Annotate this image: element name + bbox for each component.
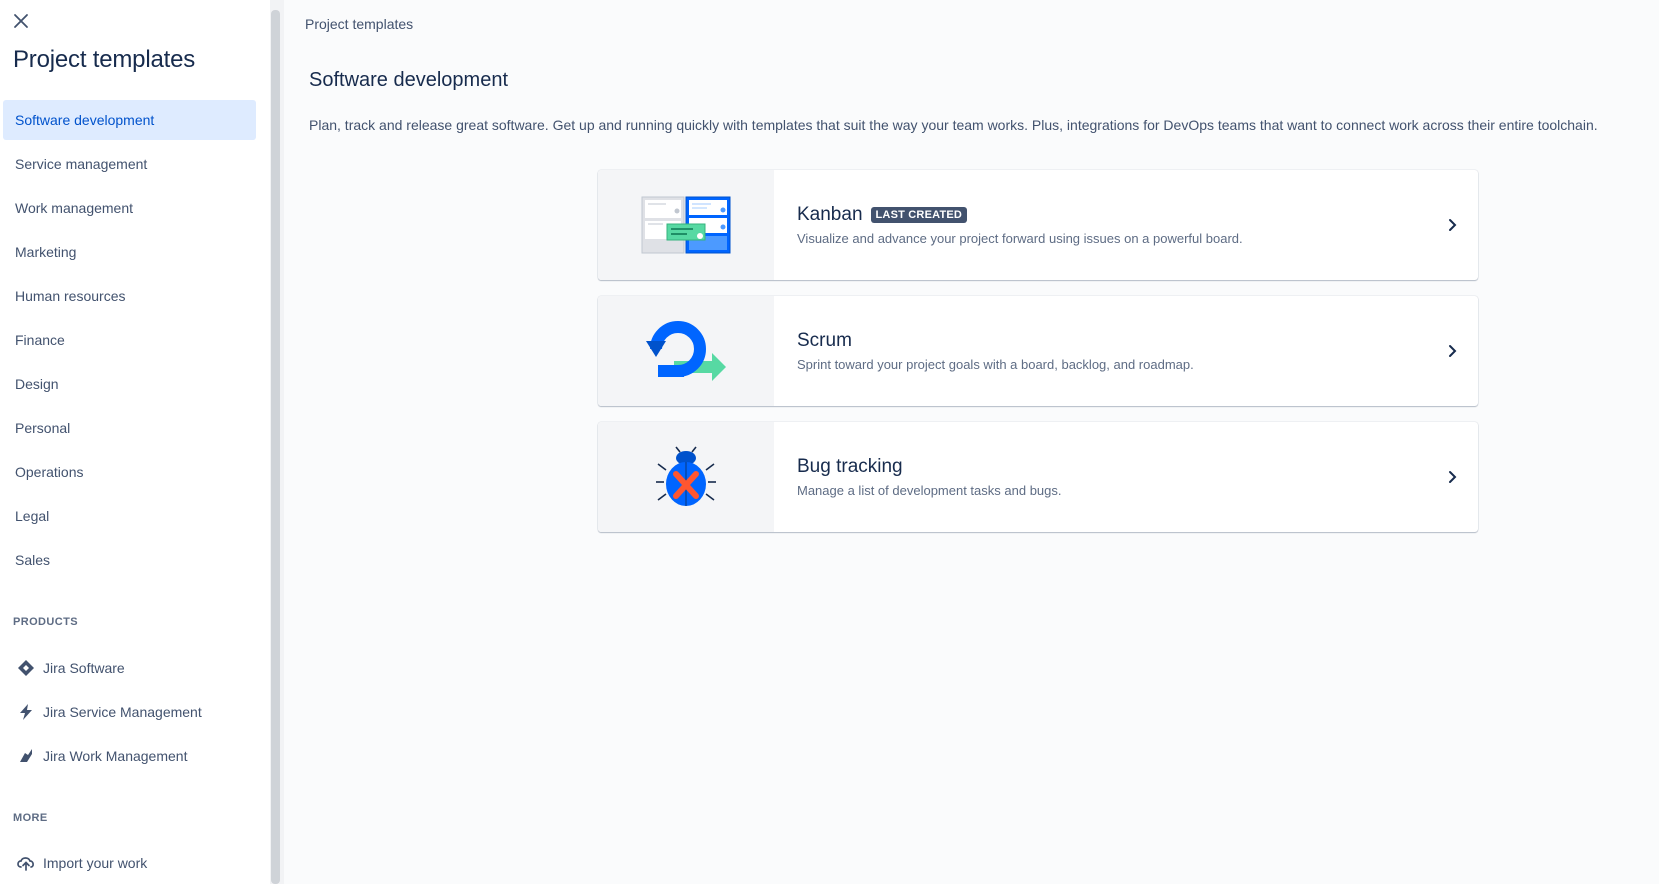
template-description: Visualize and advance your project forwa… [797,231,1243,246]
scrum-cycle-illustration [598,296,774,406]
card-name-row: Scrum [797,330,1428,352]
more-heading: MORE [13,812,48,824]
sidebar-item-operations[interactable]: Operations [3,452,256,492]
sidebar-item-sales[interactable]: Sales [3,540,256,580]
card-body: Bug tracking Manage a list of developmen… [774,422,1428,532]
card-name-row: Bug tracking [797,456,1428,478]
page-title: Software development [309,69,509,91]
product-jira-work-management[interactable]: Jira Work Management [15,738,255,774]
jira-service-management-icon [15,701,37,723]
product-label: Jira Software [43,660,125,676]
product-jira-service-management[interactable]: Jira Service Management [15,694,255,730]
cloud-upload-icon [15,852,37,874]
main-content: Project templates Software development P… [284,0,1659,884]
kanban-board-illustration [598,170,774,280]
sidebar-item-legal[interactable]: Legal [3,496,256,536]
page-description: Plan, track and release great software. … [309,117,1598,133]
card-name-row: Kanban LAST CREATED [797,204,1428,226]
sidebar-item-service-management[interactable]: Service management [3,144,256,184]
sidebar-item-personal[interactable]: Personal [3,408,256,448]
card-body: Kanban LAST CREATED Visualize and advanc… [774,170,1428,280]
breadcrumb[interactable]: Project templates [305,16,413,32]
chevron-right-icon [1428,422,1478,532]
sidebar: Project templates Software development S… [0,0,270,884]
last-created-badge: LAST CREATED [870,207,968,223]
import-work-label: Import your work [43,855,148,871]
product-jira-software[interactable]: Jira Software [15,650,255,686]
import-work-link[interactable]: Import your work [15,845,255,881]
sidebar-scrollbar[interactable] [271,10,280,884]
jira-work-management-icon [15,745,37,767]
products-heading: PRODUCTS [13,616,78,628]
sidebar-title: Project templates [13,46,196,73]
category-list: Software development Service management … [3,100,256,584]
app-root: Project templates Software development S… [0,0,1659,884]
product-label: Jira Service Management [43,704,202,720]
template-name: Kanban [797,204,863,225]
jira-software-icon [15,657,37,679]
card-body: Scrum Sprint toward your project goals w… [774,296,1428,406]
template-card-kanban[interactable]: Kanban LAST CREATED Visualize and advanc… [598,170,1478,280]
template-card-scrum[interactable]: Scrum Sprint toward your project goals w… [598,296,1478,406]
sidebar-item-design[interactable]: Design [3,364,256,404]
close-button[interactable] [8,8,34,34]
template-card-bug-tracking[interactable]: Bug tracking Manage a list of developmen… [598,422,1478,532]
bug-illustration [598,422,774,532]
template-description: Manage a list of development tasks and b… [797,483,1062,498]
template-name: Scrum [797,330,852,351]
template-name: Bug tracking [797,456,903,477]
sidebar-item-software-development[interactable]: Software development [3,100,256,140]
chevron-right-icon [1428,170,1478,280]
template-description: Sprint toward your project goals with a … [797,357,1194,372]
product-label: Jira Work Management [43,748,188,764]
sidebar-item-finance[interactable]: Finance [3,320,256,360]
chevron-right-icon [1428,296,1478,406]
sidebar-item-work-management[interactable]: Work management [3,188,256,228]
close-icon [14,14,28,28]
sidebar-item-human-resources[interactable]: Human resources [3,276,256,316]
sidebar-item-marketing[interactable]: Marketing [3,232,256,272]
